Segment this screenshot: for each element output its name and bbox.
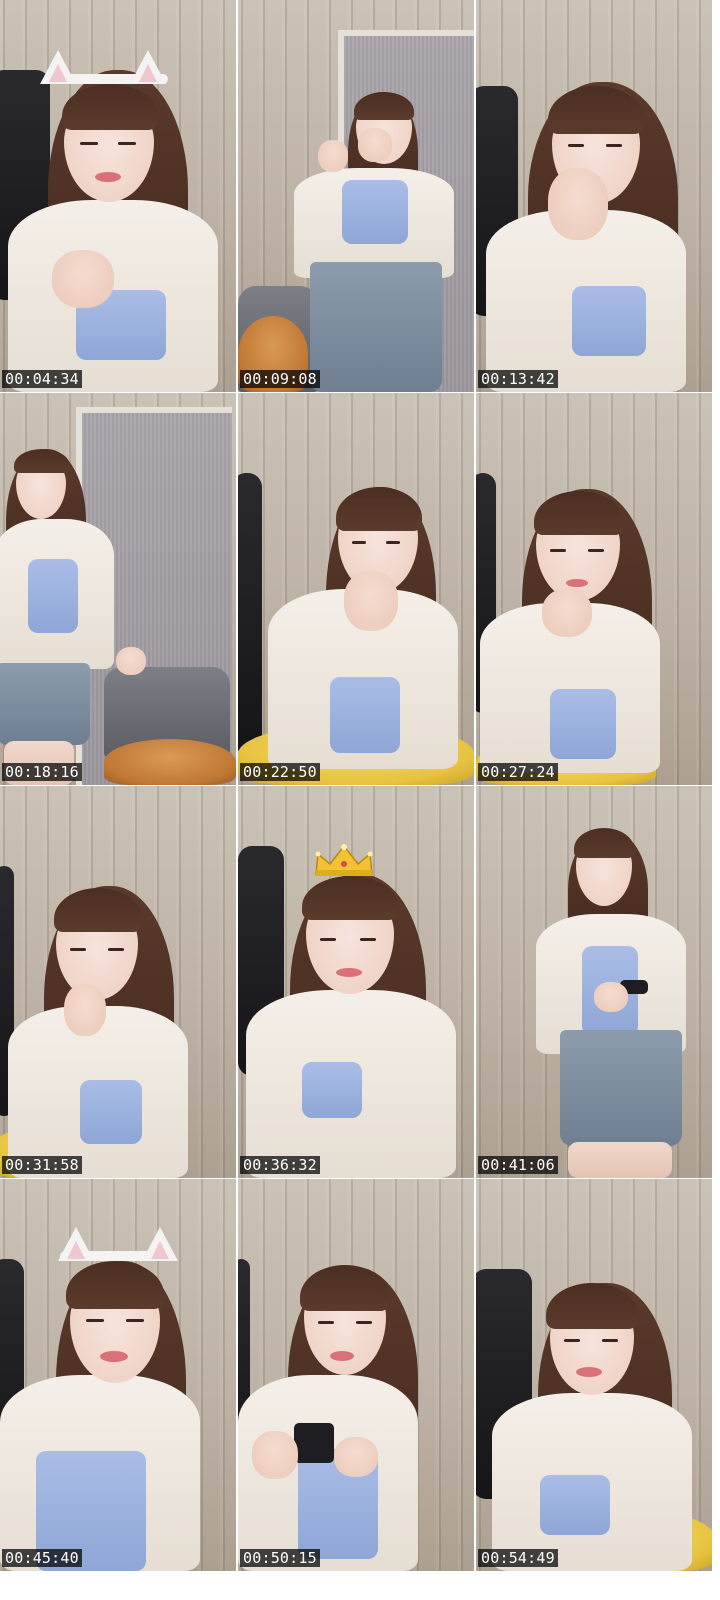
frame-timestamp: 00:09:08 — [240, 370, 320, 388]
frame-timestamp: 00:36:32 — [240, 1156, 320, 1174]
crown-icon — [315, 844, 373, 876]
video-frame[interactable]: 00:04:34 — [0, 0, 236, 392]
video-frame[interactable]: 00:18:16 — [0, 393, 236, 785]
frame-timestamp: 00:27:24 — [478, 763, 558, 781]
phone — [294, 1423, 334, 1463]
dark-object — [238, 473, 262, 753]
frame-timestamp: 00:22:50 — [240, 763, 320, 781]
video-frame[interactable]: 00:50:15 — [238, 1179, 474, 1571]
frame-timestamp: 00:18:16 — [2, 763, 82, 781]
video-frame[interactable]: 00:54:49 — [476, 1179, 712, 1571]
video-frame[interactable]: 00:13:42 — [476, 0, 712, 392]
video-frame[interactable]: 00:31:58 — [0, 786, 236, 1178]
video-frame[interactable]: 00:09:08 — [238, 0, 474, 392]
video-frame[interactable]: 00:45:40 — [0, 1179, 236, 1571]
frame-timestamp: 00:45:40 — [2, 1549, 82, 1567]
video-frame[interactable]: 00:36:32 — [238, 786, 474, 1178]
video-frame[interactable]: 00:41:06 — [476, 786, 712, 1178]
video-frame[interactable]: 00:22:50 — [238, 393, 474, 785]
frame-timestamp: 00:54:49 — [478, 1549, 558, 1567]
frame-timestamp: 00:50:15 — [240, 1549, 320, 1567]
frame-timestamp: 00:41:06 — [478, 1156, 558, 1174]
frame-timestamp: 00:13:42 — [478, 370, 558, 388]
video-contact-sheet: 00:04:34 00:09:08 00:13:42 00:18:16 00:2… — [0, 0, 720, 1600]
frame-timestamp: 00:31:58 — [2, 1156, 82, 1174]
video-frame[interactable]: 00:27:24 — [476, 393, 712, 785]
frame-timestamp: 00:04:34 — [2, 370, 82, 388]
